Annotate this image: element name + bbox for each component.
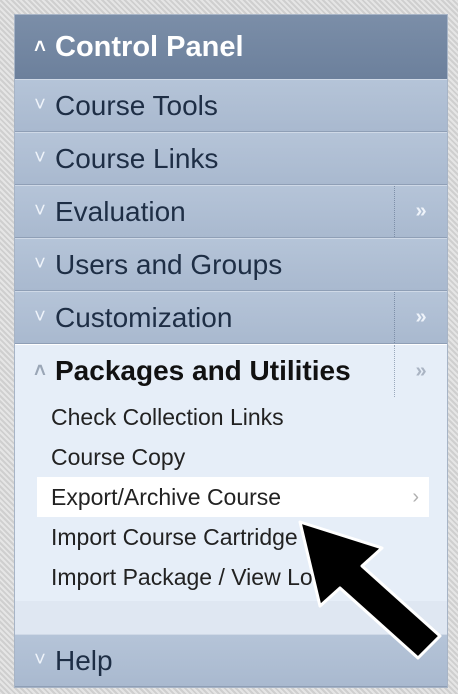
submenu-item-export-archive-course[interactable]: Export/Archive Course › — [37, 477, 429, 517]
chevron-double-right-icon[interactable]: » — [394, 186, 447, 237]
menu-item-customization[interactable]: ˅ Customization » — [15, 291, 447, 344]
menu-item-packages-and-utilities[interactable]: ˄ Packages and Utilities » — [15, 344, 447, 397]
submenu-item-label: Import Course Cartridge — [51, 524, 298, 550]
menu-item-label: Course Tools — [55, 89, 218, 121]
menu-item-label: Customization — [55, 301, 233, 333]
chevron-double-right-icon[interactable]: » — [394, 292, 447, 343]
chevron-double-down-icon: ˅ — [34, 649, 46, 671]
submenu-item-import-package[interactable]: Import Package / View Logs — [37, 557, 429, 597]
submenu-item-label: Export/Archive Course — [51, 484, 282, 510]
menu-item-help[interactable]: ˅ Help — [15, 634, 447, 687]
menu-item-label: Evaluation — [55, 195, 186, 227]
chevron-double-down-icon: ˅ — [34, 200, 46, 222]
chevron-double-down-icon: ˅ — [34, 147, 46, 169]
menu-item-evaluation[interactable]: ˅ Evaluation » — [15, 185, 447, 238]
menu-item-course-links[interactable]: ˅ Course Links — [15, 132, 447, 185]
submenu-item-course-copy[interactable]: Course Copy — [37, 437, 429, 477]
control-panel-title: Control Panel — [55, 30, 244, 63]
menu-item-course-tools[interactable]: ˅ Course Tools — [15, 79, 447, 132]
chevron-right-icon: › — [412, 486, 419, 508]
submenu-item-check-collection-links[interactable]: Check Collection Links — [37, 397, 429, 437]
submenu-item-label: Check Collection Links — [51, 404, 284, 430]
menu-item-label: Course Links — [55, 142, 219, 174]
chevron-double-down-icon: ˅ — [34, 253, 46, 275]
submenu-item-import-course-cartridge[interactable]: Import Course Cartridge — [37, 517, 429, 557]
chevron-double-down-icon: ˅ — [34, 94, 46, 116]
chevron-double-up-icon: ˄ — [34, 35, 46, 58]
menu-item-label: Users and Groups — [55, 248, 283, 280]
submenu-item-label: Course Copy — [51, 444, 186, 470]
control-panel-header[interactable]: ˄ Control Panel — [15, 15, 447, 79]
panel-frame: ˄ Control Panel ˅ Course Tools ˅ Course … — [0, 0, 458, 694]
control-panel: ˄ Control Panel ˅ Course Tools ˅ Course … — [14, 14, 448, 688]
menu-item-users-and-groups[interactable]: ˅ Users and Groups — [15, 238, 447, 291]
chevron-double-up-icon: ˄ — [34, 359, 46, 382]
menu-item-label: Help — [55, 644, 113, 676]
chevron-double-down-icon: ˅ — [34, 306, 46, 328]
menu-item-label: Packages and Utilities — [55, 355, 351, 386]
packages-submenu: Check Collection Links Course Copy Expor… — [15, 397, 447, 601]
chevron-double-right-icon[interactable]: » — [394, 345, 447, 397]
submenu-item-label: Import Package / View Logs — [51, 564, 337, 590]
